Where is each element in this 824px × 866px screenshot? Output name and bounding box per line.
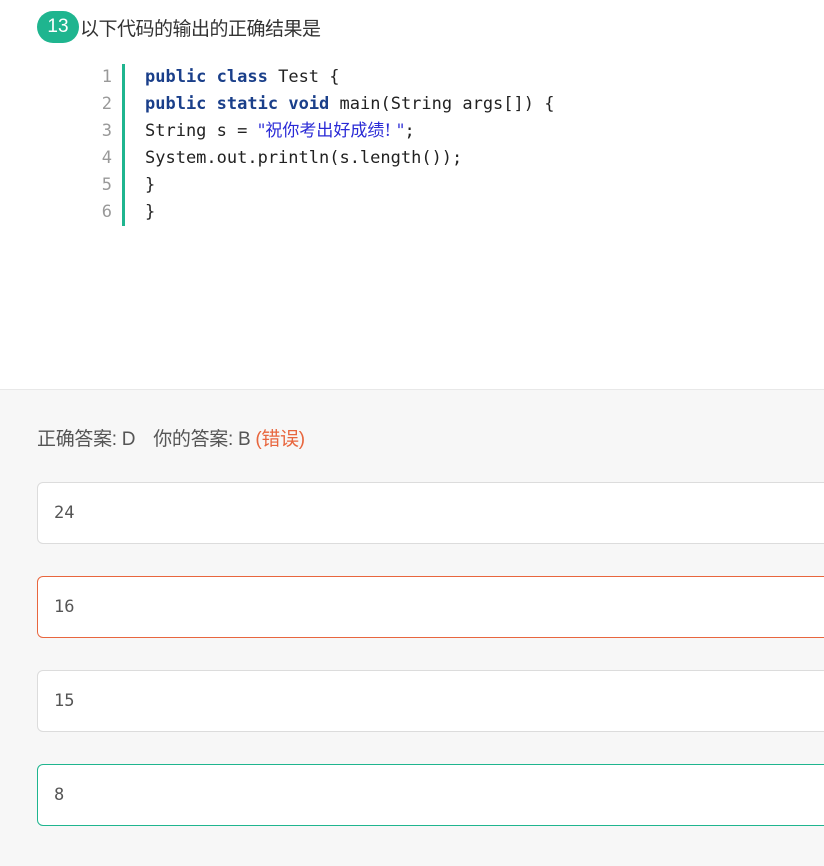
code-text: public class Test { [125, 64, 340, 91]
option-b[interactable]: 16 [37, 576, 824, 638]
question-page: 13 以下代码的输出的正确结果是 1 public class Test { 2 pu… [0, 0, 824, 866]
question-title: 以下代码的输出的正确结果是 [80, 17, 321, 40]
question-header: 13 以下代码的输出的正确结果是 [37, 10, 321, 44]
code-text: } [125, 199, 155, 226]
answer-result-badge: (错误) [255, 429, 305, 450]
code-keyword: public [145, 67, 207, 87]
code-token: System.out.println(s.length()); [145, 148, 463, 168]
code-text: } [125, 172, 155, 199]
code-keyword: void [288, 94, 330, 114]
line-number: 3 [101, 121, 112, 141]
option-d[interactable]: 8 [37, 764, 824, 826]
code-text: String s = "祝你考出好成绩! "; [125, 118, 415, 145]
question-number-badge: 13 [37, 11, 79, 43]
code-keyword: class [216, 67, 268, 87]
code-text: System.out.println(s.length()); [125, 145, 462, 172]
code-token: } [145, 175, 156, 195]
line-number: 1 [101, 67, 112, 87]
code-line: 4 System.out.println(s.length()); [86, 145, 554, 172]
your-answer-label: 你的答案: B [153, 429, 251, 450]
option-d-text: 8 [54, 785, 65, 805]
code-line: 3 String s = "祝你考出好成绩! "; [86, 118, 554, 145]
code-text: public static void main(String args[]) { [125, 91, 554, 118]
option-c-text: 15 [54, 691, 75, 711]
answer-summary: 正确答案: D 你的答案: B (错误) [37, 424, 305, 451]
code-line: 1 public class Test { [86, 64, 554, 91]
line-number: 6 [101, 202, 112, 222]
answer-area: 正确答案: D 你的答案: B (错误) 24 16 15 8 [0, 389, 824, 866]
line-number: 2 [101, 94, 112, 114]
code-line: 6} [86, 199, 554, 226]
option-a[interactable]: 24 [37, 482, 824, 544]
code-line: 2 public static void main(String args[]) … [86, 91, 554, 118]
code-keyword: static [216, 94, 279, 114]
code-token: Test { [267, 67, 340, 87]
line-number: 4 [101, 148, 112, 168]
correct-answer-label: 正确答案: D [37, 429, 136, 450]
code-token: String s = [145, 121, 258, 141]
option-b-text: 16 [54, 597, 75, 617]
line-number: 5 [101, 175, 112, 195]
code-block: 1 public class Test { 2 public static void … [86, 64, 554, 226]
code-line: 5} [86, 172, 554, 199]
code-token: ; [404, 121, 415, 141]
option-a-text: 24 [54, 503, 75, 523]
option-c[interactable]: 15 [37, 670, 824, 732]
code-keyword: public [145, 94, 207, 114]
code-token: main(String args[]) { [329, 94, 555, 114]
code-token: } [145, 202, 156, 222]
code-string: "祝你考出好成绩! " [257, 121, 405, 141]
